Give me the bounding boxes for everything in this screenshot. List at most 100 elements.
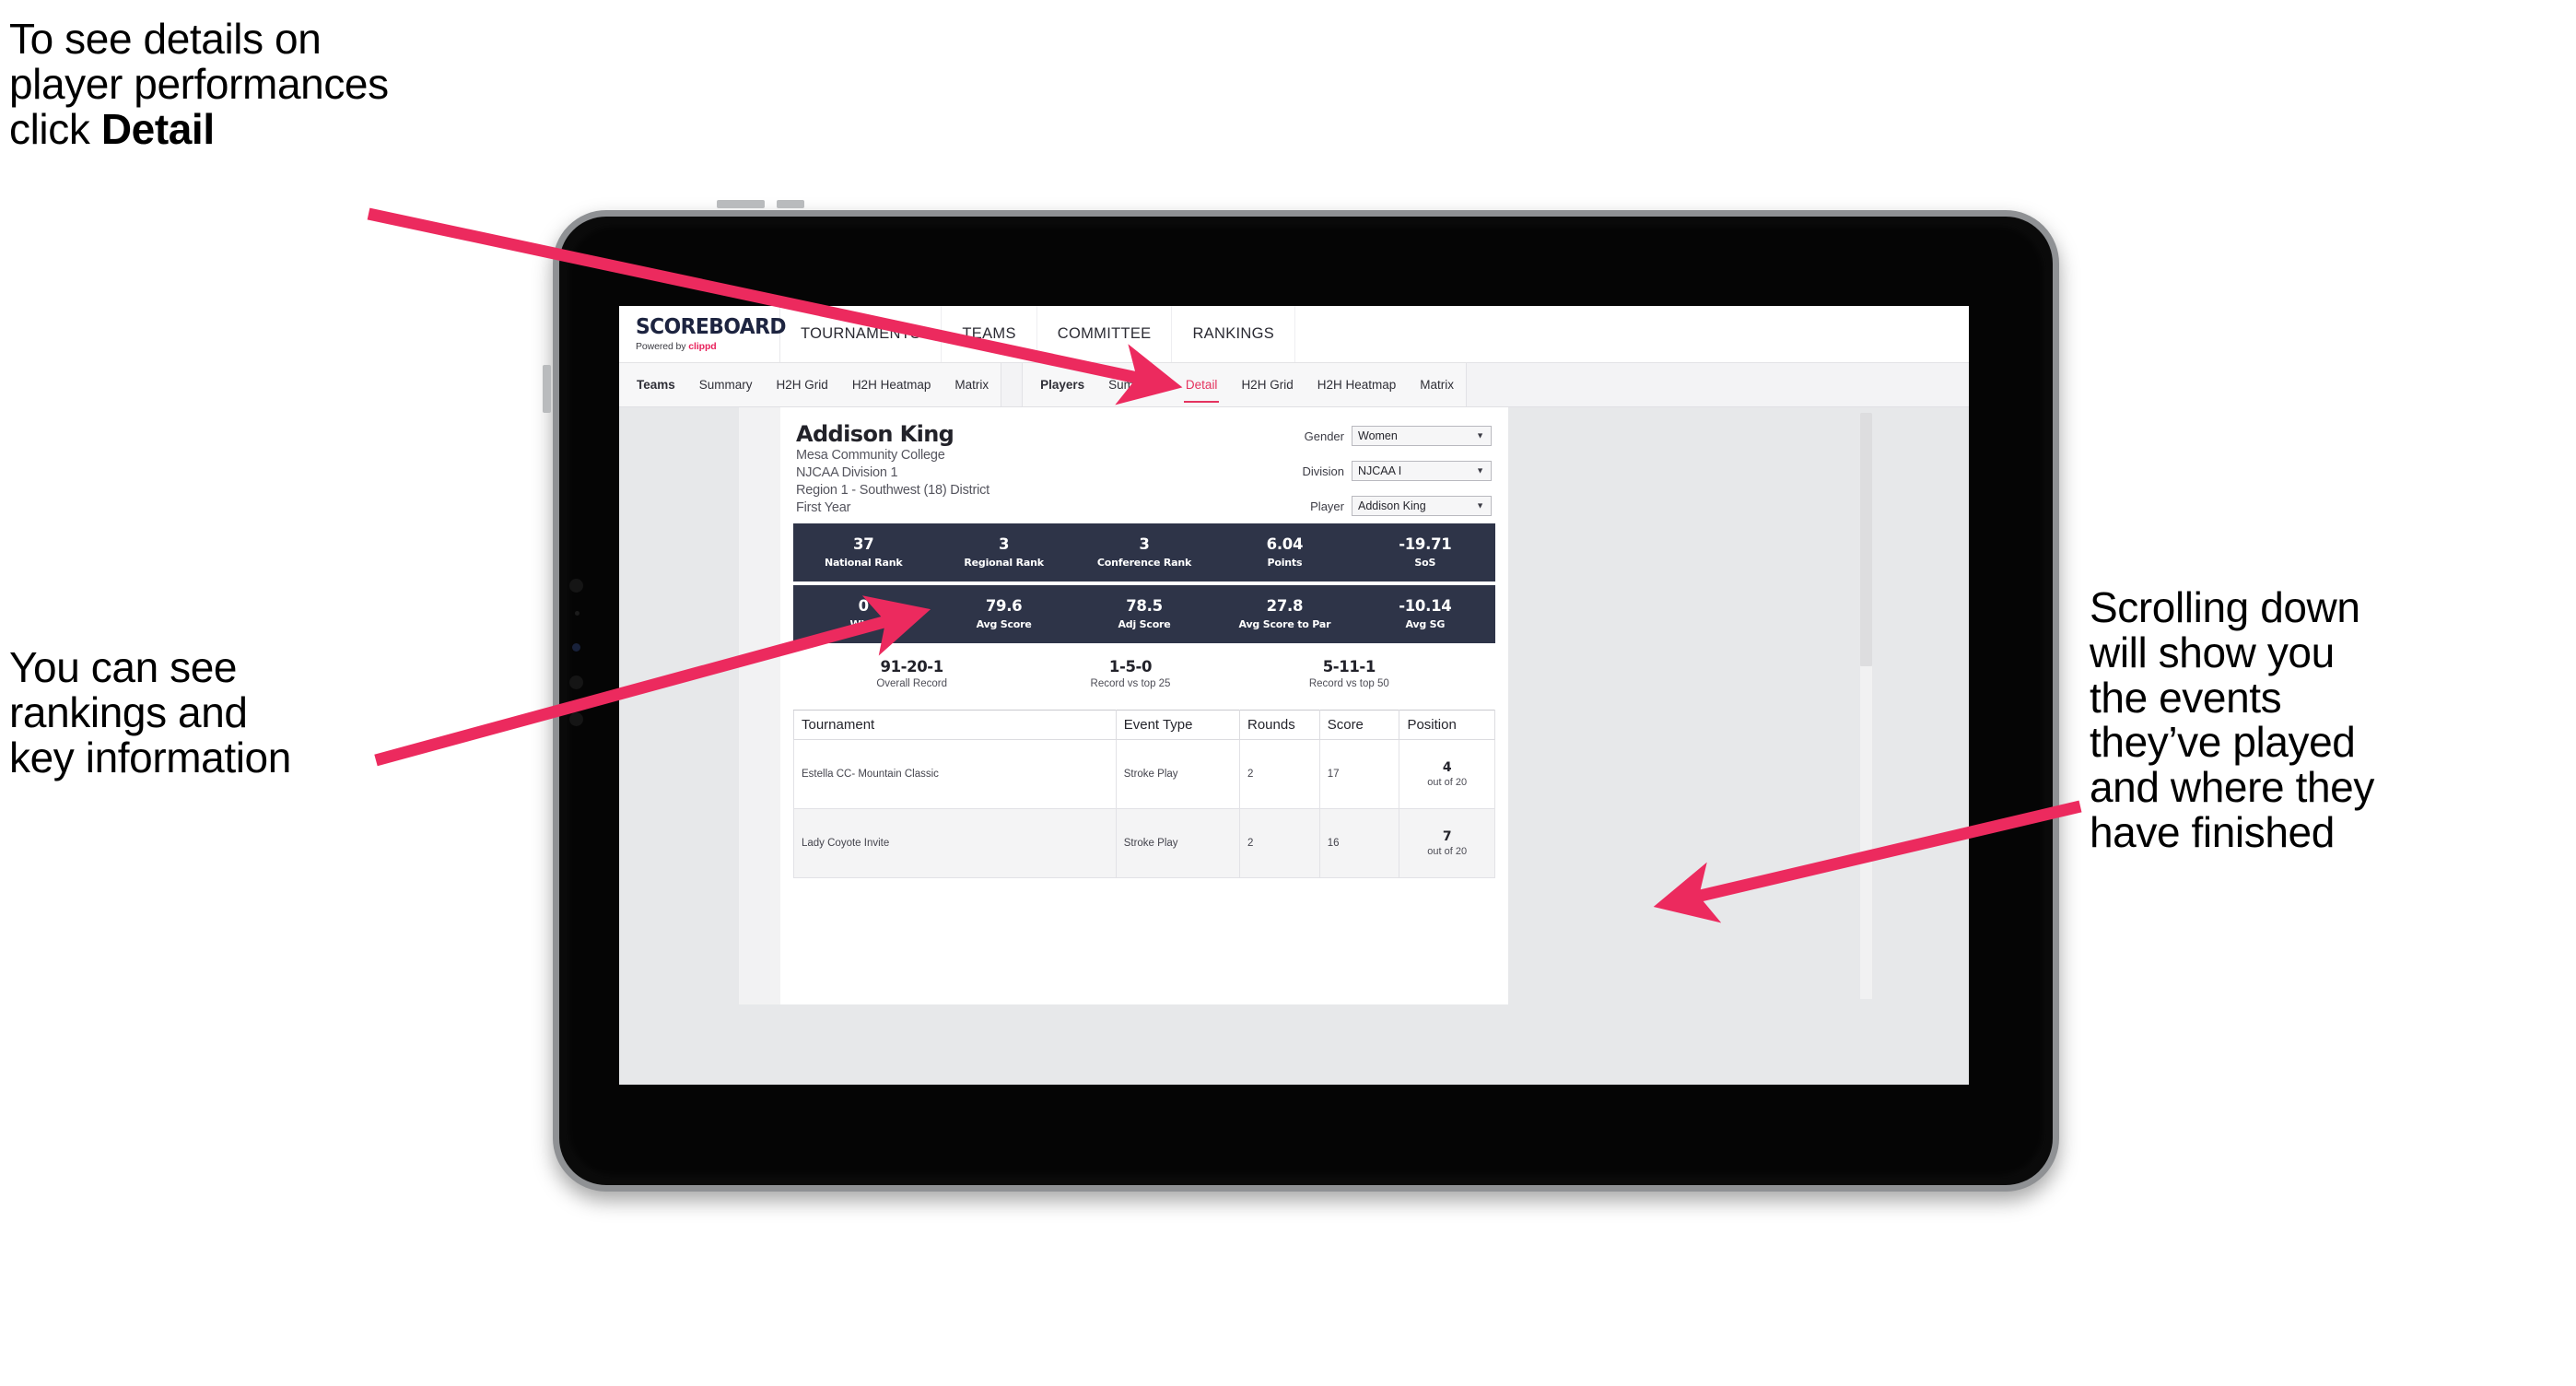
callout-click-detail-bold: Detail [100, 104, 215, 153]
stat-sos: -19.71 SoS [1355, 535, 1495, 570]
nav-item-committee[interactable]: COMMITTEE [1037, 306, 1173, 362]
tablet-screen: SCOREBOARD Powered by clippd TOURNAMENTS… [619, 306, 1969, 1085]
filter-select-division[interactable]: NJCAA I ▼ [1352, 461, 1492, 481]
filter-value-division: NJCAA I [1358, 464, 1402, 477]
stat-value: 6.04 [1266, 535, 1304, 554]
stat-label: SoS [1414, 557, 1436, 570]
nav-item-tournaments[interactable]: TOURNAMENTS [780, 306, 943, 362]
device-power-button [543, 365, 551, 413]
callout-scroll-down: Scrolling down will show you the events … [2090, 583, 2374, 856]
tablet-device: SCOREBOARD Powered by clippd TOURNAMENTS… [543, 200, 2059, 1192]
nav-item-teams[interactable]: TEAMS [942, 306, 1037, 362]
records-row: 91-20-1 Overall Record 1-5-0 Record vs t… [793, 658, 1495, 689]
filter-label-division: Division [1302, 464, 1344, 478]
stat-label: Avg SG [1405, 618, 1446, 631]
column-header-score[interactable]: Score [1318, 710, 1400, 741]
stat-national-rank: 37 National Rank [793, 535, 933, 570]
stat-avg-score: 79.6 Avg Score [933, 597, 1073, 630]
tournament-results-table: Tournament Event Type Rounds Score Posit… [793, 710, 1495, 879]
chevron-down-icon: ▼ [1476, 500, 1484, 511]
tab-teams-matrix[interactable]: Matrix [943, 363, 1001, 406]
tab-teams-summary[interactable]: Summary [687, 363, 765, 406]
tab-players-matrix[interactable]: Matrix [1408, 363, 1466, 406]
filter-row-player: Player Addison King ▼ [1261, 496, 1492, 516]
stat-value: 79.6 [985, 597, 1023, 616]
stat-label: Avg Score to Par [1238, 618, 1331, 631]
filter-select-player[interactable]: Addison King ▼ [1352, 496, 1492, 516]
stats-row-scoring: 0 Wins 79.6 Avg Score 78.5 Adj Score 27.… [793, 585, 1495, 644]
cell-score: 17 [1318, 739, 1400, 810]
record-label: Overall Record [876, 678, 948, 690]
stat-label: National Rank [824, 557, 903, 570]
cell-score: 16 [1318, 808, 1400, 879]
device-mic-icon-2 [569, 712, 583, 726]
stat-wins: 0 Wins [793, 597, 933, 630]
column-header-event-type[interactable]: Event Type [1115, 710, 1241, 741]
tabgroup-players-label: Players [1040, 378, 1085, 392]
stat-label: Points [1267, 557, 1303, 570]
stat-regional-rank: 3 Regional Rank [933, 535, 1073, 570]
tab-players-h2h-grid[interactable]: H2H Grid [1229, 363, 1305, 406]
cell-position: 4 out of 20 [1399, 739, 1495, 810]
record-overall: 91-20-1 Overall Record [802, 658, 1021, 689]
filter-controls: Gender Women ▼ Division NJCAA I ▼ Player… [1261, 426, 1492, 531]
table-header-row: Tournament Event Type Rounds Score Posit… [793, 710, 1495, 741]
stat-value: 0 [858, 597, 869, 616]
visualization-canvas: Addison King Mesa Community College NJCA… [619, 407, 1969, 1085]
tab-players-h2h-heatmap[interactable]: H2H Heatmap [1306, 363, 1409, 406]
position-value: 4 [1442, 760, 1452, 776]
tab-players-summary[interactable]: Summary [1096, 363, 1174, 406]
filter-row-gender: Gender Women ▼ [1261, 426, 1492, 446]
cell-rounds: 2 [1239, 808, 1320, 879]
stat-value: -19.71 [1399, 535, 1452, 554]
device-camera-icon [569, 579, 583, 593]
filter-select-gender[interactable]: Women ▼ [1352, 426, 1492, 446]
record-vs-top-50: 5-11-1 Record vs top 50 [1240, 658, 1458, 689]
cell-tournament: Estella CC- Mountain Classic [793, 739, 1117, 810]
tab-players-detail[interactable]: Detail [1174, 363, 1230, 406]
device-volume-button [717, 200, 765, 208]
record-vs-top-25: 1-5-0 Record vs top 25 [1021, 658, 1239, 689]
brand-subtitle: Powered by clippd [636, 341, 779, 352]
column-header-rounds[interactable]: Rounds [1239, 710, 1320, 741]
table-row[interactable]: Lady Coyote Invite Stroke Play 2 16 7 ou… [793, 808, 1495, 879]
device-sensor-dot-icon [575, 611, 580, 616]
nav-item-rankings[interactable]: RANKINGS [1172, 306, 1296, 362]
tab-teams-h2h-grid[interactable]: H2H Grid [765, 363, 840, 406]
stat-value: 3 [999, 535, 1010, 554]
position-out-of: out of 20 [1427, 777, 1468, 789]
stat-label: Regional Rank [964, 557, 1044, 570]
cell-event-type: Stroke Play [1115, 739, 1241, 810]
filter-label-player: Player [1310, 499, 1344, 513]
tab-teams-h2h-heatmap[interactable]: H2H Heatmap [840, 363, 943, 406]
tabgroup-teams-label: Teams [637, 378, 675, 392]
record-label: Record vs top 50 [1308, 678, 1389, 690]
device-mic-icon [569, 675, 583, 689]
filter-row-division: Division NJCAA I ▼ [1261, 461, 1492, 481]
column-header-position[interactable]: Position [1399, 710, 1495, 741]
stat-label: Adj Score [1118, 618, 1171, 631]
record-value: 5-11-1 [1322, 658, 1376, 676]
stat-value: 37 [853, 535, 874, 554]
position-value: 7 [1442, 829, 1452, 845]
brand-clippd-name: clippd [688, 340, 717, 352]
tabgroup-players: Players Summary Detail H2H Grid H2H Heat… [1022, 363, 1467, 406]
table-row[interactable]: Estella CC- Mountain Classic Stroke Play… [793, 739, 1495, 810]
device-lens-icon [572, 643, 580, 652]
app-top-navigation: SCOREBOARD Powered by clippd TOURNAMENTS… [619, 306, 1969, 363]
record-label: Record vs top 25 [1090, 678, 1171, 690]
cell-rounds: 2 [1239, 739, 1320, 810]
stat-avg-sg: -10.14 Avg SG [1355, 597, 1495, 631]
chevron-down-icon: ▼ [1476, 465, 1484, 476]
brand-logo[interactable]: SCOREBOARD Powered by clippd [619, 306, 786, 362]
device-volume-button-2 [777, 200, 804, 208]
viz-scrollbar-thumb[interactable] [1860, 413, 1872, 666]
stat-label: Conference Rank [1096, 557, 1192, 570]
filter-value-gender: Women [1358, 429, 1398, 442]
column-header-tournament[interactable]: Tournament [793, 710, 1117, 741]
record-value: 1-5-0 [1108, 658, 1153, 676]
cell-tournament: Lady Coyote Invite [793, 808, 1117, 879]
player-detail-panel: Addison King Mesa Community College NJCA… [780, 407, 1508, 1004]
stat-points: 6.04 Points [1214, 535, 1354, 570]
stat-adj-score: 78.5 Adj Score [1074, 597, 1214, 631]
